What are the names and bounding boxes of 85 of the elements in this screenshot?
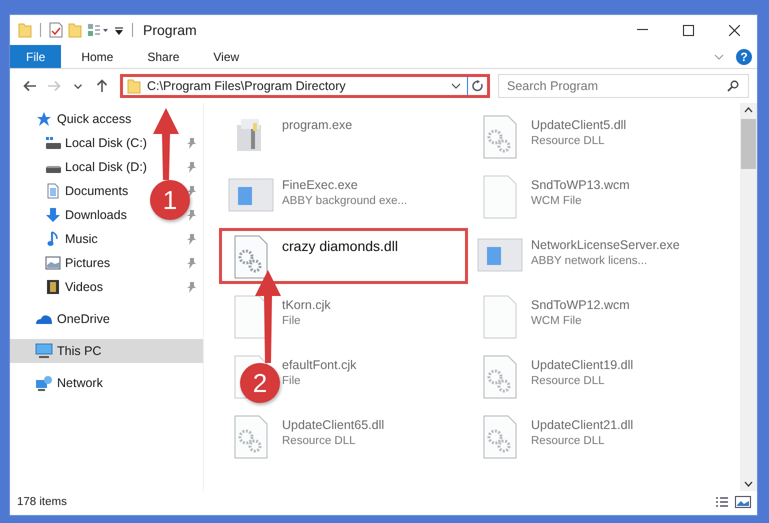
- sidebar-item[interactable]: Quick access: [57, 112, 132, 126]
- dropdown-icon[interactable]: [451, 83, 461, 89]
- file-name: tKorn.cjk: [282, 297, 331, 312]
- file-name: UpdateClient65.dll: [282, 417, 384, 432]
- file-name: crazy diamonds.dll: [282, 237, 398, 254]
- file-icon: [483, 175, 517, 219]
- gears-file-icon: [234, 235, 268, 279]
- sidebar-item[interactable]: Local Disk (C:): [65, 136, 147, 150]
- scrollbar-thumb[interactable]: [741, 119, 756, 169]
- details-view-icon[interactable]: [715, 496, 729, 508]
- address-path[interactable]: C:\Program Files\Program Directory: [147, 79, 445, 93]
- file-name: UpdateClient21.dll: [531, 417, 634, 432]
- file-name: NetworkLicenseServer.exe: [531, 237, 680, 252]
- document-icon: [46, 183, 60, 199]
- arrow-icon: [46, 78, 62, 94]
- sidebar-item[interactable]: OneDrive: [57, 312, 110, 326]
- pin-icon[interactable]: [187, 162, 196, 172]
- sidebar-item[interactable]: Downloads: [65, 208, 127, 222]
- search-field[interactable]: Search Program: [498, 74, 749, 98]
- gears-file-icon: [483, 415, 517, 459]
- file-name: program.exe: [282, 117, 352, 132]
- search-icon: [727, 80, 739, 92]
- folder-icon: [18, 22, 32, 38]
- network-icon: [35, 375, 53, 391]
- pin-icon[interactable]: [187, 234, 196, 244]
- star-icon: [36, 111, 52, 127]
- sidebar-item[interactable]: Local Disk (D:): [65, 160, 147, 174]
- gears-file-icon: [234, 415, 268, 459]
- file-type: ABBY background exe...: [282, 195, 408, 207]
- ribbon-tab[interactable]: Share: [133, 45, 194, 68]
- gears-file-icon: [483, 115, 517, 159]
- file-type: ABBY network licens...: [531, 255, 648, 267]
- gears-file-icon: [483, 355, 517, 399]
- close-icon: [728, 24, 740, 36]
- file-icon: [483, 295, 517, 339]
- expand-ribbon-icon[interactable]: [714, 54, 724, 60]
- sidebar-item[interactable]: Network: [57, 376, 103, 390]
- file-type: Resource DLL: [531, 375, 606, 387]
- file-name: FineExec.exe: [282, 177, 359, 192]
- file-type: WCM File: [531, 315, 582, 327]
- sidebar-item[interactable]: This PC: [57, 344, 102, 358]
- callout-arrow: [151, 108, 181, 180]
- sidebar-item[interactable]: Music: [65, 232, 98, 246]
- folder-icon: [127, 78, 141, 94]
- pictures-icon: [45, 256, 61, 270]
- file-type: File: [282, 315, 302, 327]
- ribbon-tab[interactable]: File: [10, 45, 62, 68]
- computer-icon: [35, 343, 53, 359]
- file-name: UpdateClient5.dll: [531, 117, 626, 132]
- chevron-icon: [74, 84, 82, 88]
- pin-icon[interactable]: [187, 210, 196, 220]
- pin-icon[interactable]: [187, 138, 196, 148]
- music-note-icon: [46, 231, 60, 247]
- sidebar-item[interactable]: Documents: [65, 184, 128, 198]
- properties-icon[interactable]: [49, 22, 63, 38]
- refresh-icon: [472, 80, 484, 92]
- file-type: Resource DLL: [282, 435, 357, 447]
- arrow-icon: [22, 78, 38, 94]
- pin-icon[interactable]: [187, 258, 196, 268]
- cloud-icon: [35, 313, 53, 325]
- view-menu-icon[interactable]: [87, 23, 109, 37]
- pin-icon[interactable]: [187, 282, 196, 292]
- pin-icon[interactable]: [187, 186, 196, 196]
- maximize-icon: [682, 24, 694, 36]
- file-name: efaultFont.cjk: [282, 357, 356, 372]
- file-type: Resource DLL: [531, 435, 606, 447]
- sidebar-item[interactable]: Videos: [65, 280, 103, 294]
- ribbon-tab[interactable]: Home: [67, 45, 128, 68]
- file-type: Resource DLL: [531, 135, 606, 147]
- item-count: 178 items: [17, 496, 67, 508]
- drive-icon: [45, 136, 61, 150]
- arrow-icon: [94, 78, 110, 94]
- file-name: SndToWP12.wcm: [531, 297, 630, 312]
- ribbon-tab[interactable]: View: [199, 45, 254, 68]
- sidebar-item[interactable]: Pictures: [65, 256, 110, 270]
- file-name: UpdateClient19.dll: [531, 357, 634, 372]
- film-icon: [46, 279, 60, 295]
- large-icons-view-icon[interactable]: [735, 496, 751, 508]
- file-type: File: [282, 375, 302, 387]
- file-name: SndToWP13.wcm: [531, 177, 630, 192]
- file-type: WCM File: [531, 195, 582, 207]
- help-button[interactable]: ?: [736, 48, 752, 64]
- minimize-icon: [636, 29, 648, 31]
- download-icon: [45, 207, 61, 223]
- window-title: Program: [143, 22, 197, 38]
